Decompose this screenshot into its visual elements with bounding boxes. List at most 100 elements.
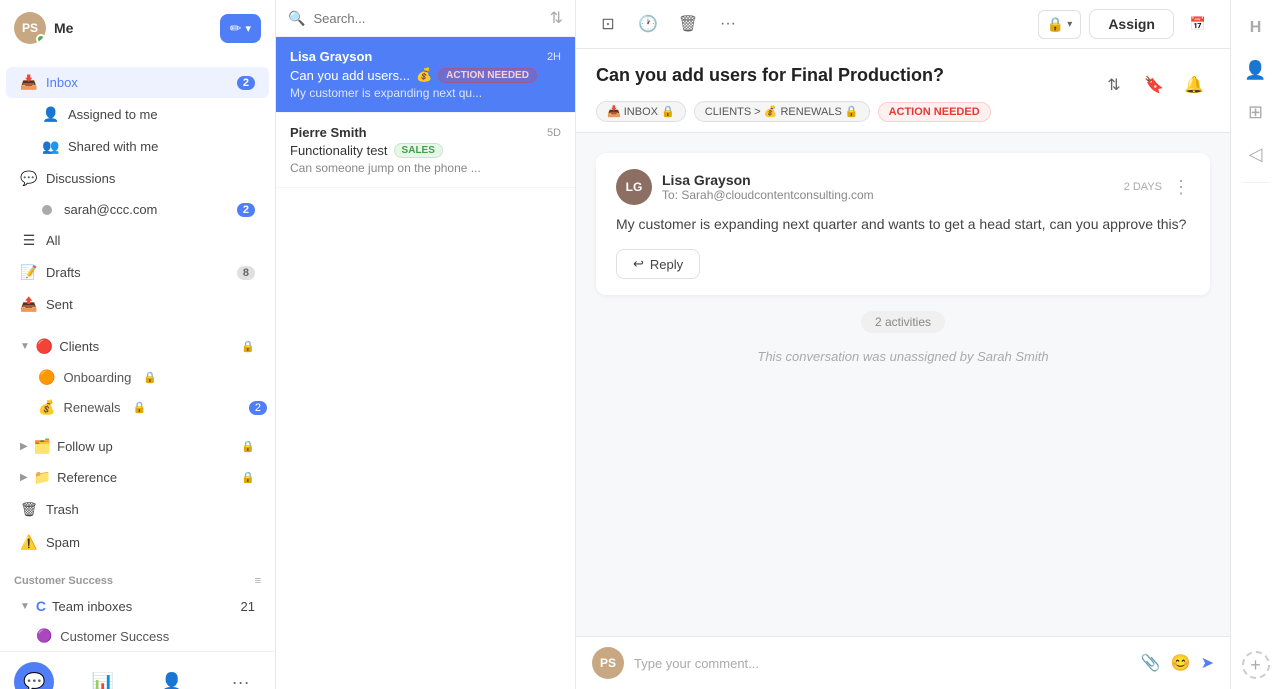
sidebar-item-customer-success[interactable]: 🟣 Customer Success: [0, 622, 275, 650]
compose-button[interactable]: ✏ ▾: [220, 14, 261, 43]
inbox-tag-label: 📥 INBOX 🔒: [607, 105, 675, 118]
delete-button[interactable]: 🗑: [672, 8, 704, 40]
sidebar-item-shared[interactable]: 👥 Shared with me: [6, 131, 269, 162]
emoji-icon: 💰: [416, 67, 432, 83]
reply-label: Reply: [650, 257, 683, 272]
message-item-header: Lisa Grayson 2H: [290, 49, 561, 64]
sidebar-item-reference[interactable]: ▶ 📁 Reference 🔒: [6, 463, 269, 492]
emoji-picker-icon[interactable]: 😊: [1171, 653, 1191, 673]
sarah-label: sarah@ccc.com: [64, 202, 229, 217]
bell-button[interactable]: 🔔: [1178, 69, 1210, 101]
grid-icon: ⊞: [1248, 102, 1263, 123]
msg-subject-row-lisa: Can you add users... 💰 ACTION NEEDED: [290, 67, 561, 83]
all-label: All: [46, 233, 255, 248]
search-input[interactable]: [313, 11, 541, 26]
assign-button[interactable]: Assign: [1089, 9, 1174, 39]
sidebar-item-renewals[interactable]: 💰 Renewals 🔒 2: [30, 393, 275, 422]
sidebar-item-all[interactable]: ☰ All: [6, 225, 269, 256]
contacts-button[interactable]: 👤: [152, 662, 192, 689]
followup-label: Follow up: [57, 439, 235, 454]
up-down-button[interactable]: ⇅: [1098, 69, 1130, 101]
chart-button[interactable]: 📊: [83, 662, 123, 689]
h-icon: H: [1250, 19, 1262, 37]
more-msg-icon[interactable]: ⋮: [1172, 177, 1190, 198]
bookmark-icon: 🔖: [1144, 75, 1164, 95]
renewals-icon: 💰: [38, 399, 55, 416]
action-conv-tag[interactable]: ACTION NEEDED: [878, 102, 991, 122]
message-card: LG Lisa Grayson To: Sarah@cloudcontentco…: [596, 153, 1210, 295]
discussions-label: Discussions: [46, 171, 255, 186]
conversation-header: Can you add users for Final Production? …: [576, 49, 1230, 133]
drafts-icon: 📝: [20, 264, 38, 281]
team-icon: C: [36, 598, 46, 614]
left-sidebar: PS Me ✏ ▾ 📥 Inbox 2 👤 Assigned to me 👥 S…: [0, 0, 276, 689]
user-info: PS Me: [14, 12, 73, 44]
section-menu-icon[interactable]: ≡: [255, 575, 261, 587]
sarah-badge: 2: [237, 203, 255, 217]
sales-tag-pierre: SALES: [394, 143, 443, 158]
discussions-icon: 💬: [20, 170, 38, 187]
assigned-label: Assigned to me: [68, 107, 255, 122]
plus-icon: +: [1250, 655, 1261, 676]
msg-to: To: Sarah@cloudcontentconsulting.com: [662, 188, 1114, 202]
bottom-bar: 💬 📊 👤 ···: [0, 651, 275, 689]
bookmark-button[interactable]: 🔖: [1138, 69, 1170, 101]
sidebar-item-sent[interactable]: 📤 Sent: [6, 289, 269, 320]
sidebar-item-sarah[interactable]: sarah@ccc.com 2: [6, 195, 269, 224]
sidebar-item-onboarding[interactable]: 🟠 Onboarding 🔒: [30, 363, 275, 392]
action-needed-tag-lisa: ACTION NEEDED: [438, 68, 537, 83]
inbox-conv-tag[interactable]: 📥 INBOX 🔒: [596, 101, 686, 122]
calendar-button[interactable]: 📅: [1182, 8, 1214, 40]
sidebar-item-clients[interactable]: ▼ 🔴 Clients 🔒: [6, 332, 269, 361]
lock-chevron-icon: ▾: [1067, 19, 1072, 30]
right-h-button[interactable]: H: [1238, 10, 1274, 46]
clients-label: Clients: [59, 339, 235, 354]
sidebar-item-trash[interactable]: 🗑 Trash: [6, 494, 269, 525]
msg-from-name: Lisa Grayson: [662, 172, 1114, 188]
more-toolbar-button[interactable]: ···: [712, 8, 744, 40]
message-item-pierre[interactable]: Pierre Smith 5D Functionality test SALES…: [276, 113, 575, 188]
followup-icon: 🗂️: [34, 438, 51, 455]
msg-preview-lisa: My customer is expanding next qu...: [290, 86, 561, 100]
sort-icon[interactable]: ⇅: [550, 8, 563, 28]
spam-icon: ⚠️: [20, 534, 38, 551]
right-sidebar-divider: [1242, 182, 1270, 183]
more-button[interactable]: ···: [221, 662, 261, 689]
right-person-button[interactable]: 👤: [1238, 52, 1274, 88]
action-tag-label: ACTION NEEDED: [889, 106, 980, 118]
up-down-icon: ⇅: [1107, 75, 1120, 95]
clients-conv-tag[interactable]: CLIENTS > 💰 RENEWALS 🔒: [694, 101, 870, 122]
comment-input[interactable]: [634, 656, 1131, 671]
sidebar-item-team-inboxes[interactable]: ▼ C Team inboxes 21: [6, 592, 269, 620]
reference-icon: 📁: [34, 469, 51, 486]
search-icon: 🔍: [288, 10, 305, 27]
sidebar-item-assigned[interactable]: 👤 Assigned to me: [6, 99, 269, 130]
right-sidebar: H 👤 ⊞ ◁ +: [1230, 0, 1280, 689]
archive-button[interactable]: ⊡: [592, 8, 624, 40]
chat-button[interactable]: 💬: [14, 662, 54, 689]
sidebar-item-inbox[interactable]: 📥 Inbox 2: [6, 67, 269, 98]
sidebar-item-spam[interactable]: ⚠️ Spam: [6, 527, 269, 558]
main-toolbar: ⊡ 🕐 🗑 ··· 🔒 ▾ Assign 📅: [576, 0, 1230, 49]
message-item-lisa[interactable]: Lisa Grayson 2H Can you add users... 💰 A…: [276, 37, 575, 113]
clock-button[interactable]: 🕐: [632, 8, 664, 40]
attachment-icon[interactable]: 📎: [1141, 653, 1161, 673]
clients-icon: 🔴: [36, 338, 53, 355]
sidebar-item-followup[interactable]: ▶ 🗂️ Follow up 🔒: [6, 432, 269, 461]
send-icon[interactable]: ➤: [1201, 653, 1214, 673]
right-nav-button[interactable]: ◁: [1238, 136, 1274, 172]
add-button[interactable]: +: [1242, 651, 1270, 679]
message-item-header-pierre: Pierre Smith 5D: [290, 125, 561, 140]
lock-button[interactable]: 🔒 ▾: [1038, 10, 1081, 39]
right-grid-button[interactable]: ⊞: [1238, 94, 1274, 130]
conversation-tags: 📥 INBOX 🔒 CLIENTS > 💰 RENEWALS 🔒 ACTION …: [596, 101, 1210, 122]
main-content: ⊡ 🕐 🗑 ··· 🔒 ▾ Assign 📅 Can you add users…: [576, 0, 1230, 689]
msg-subject-row-pierre: Functionality test SALES: [290, 143, 561, 158]
shared-label: Shared with me: [68, 139, 255, 154]
sidebar-item-drafts[interactable]: 📝 Drafts 8: [6, 257, 269, 288]
reply-icon: ↩: [633, 256, 644, 272]
sender-avatar: LG: [616, 169, 652, 205]
reply-button[interactable]: ↩ Reply: [616, 249, 700, 279]
avatar: PS: [14, 12, 46, 44]
sidebar-item-discussions[interactable]: 💬 Discussions: [6, 163, 269, 194]
